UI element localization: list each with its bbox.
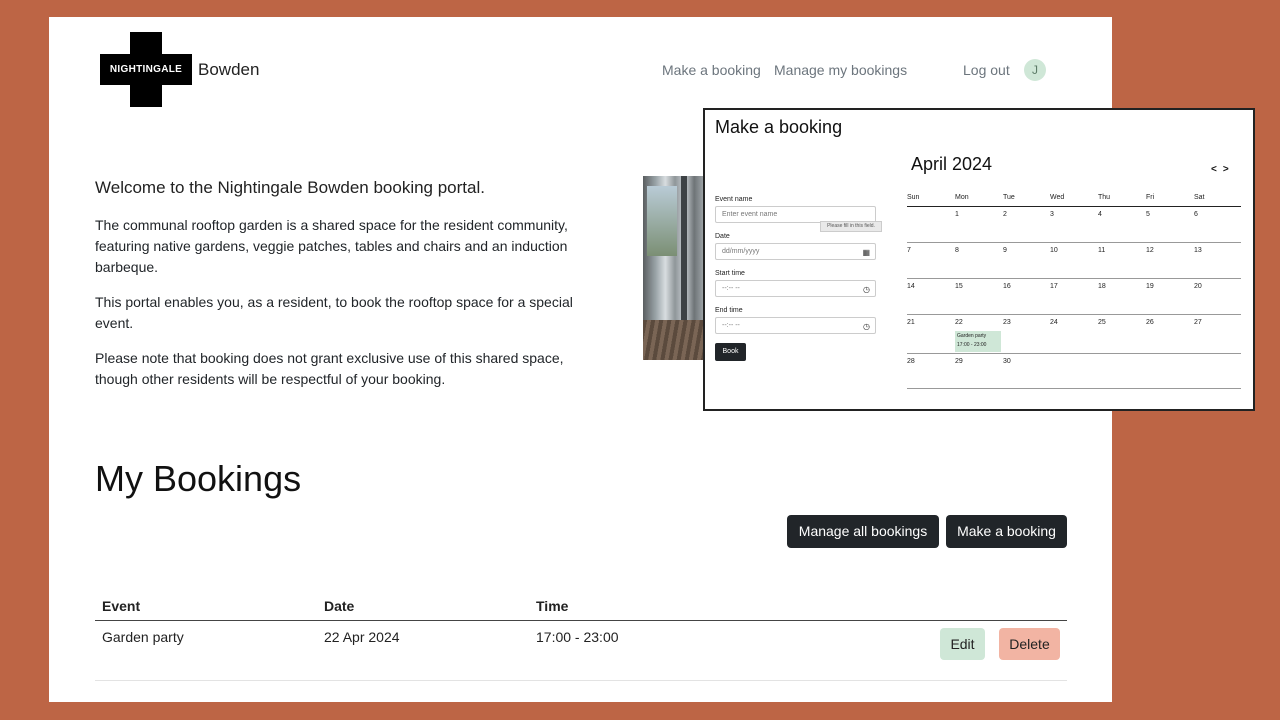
calendar-event-name: Garden party	[957, 333, 987, 339]
calendar-day[interactable]: 9	[1003, 247, 1007, 254]
column-header-date: Date	[324, 598, 355, 614]
intro-paragraph: Please note that booking does not grant …	[95, 350, 564, 387]
delete-booking-button[interactable]: Delete	[999, 628, 1060, 660]
calendar-week-divider	[907, 278, 1241, 279]
calendar-day[interactable]: 1	[955, 211, 959, 218]
calendar-day[interactable]: 10	[1050, 247, 1058, 254]
calendar-day[interactable]: 20	[1194, 283, 1202, 290]
calendar-week-divider	[907, 388, 1241, 389]
nav-manage-bookings[interactable]: Manage my bookings	[774, 62, 907, 78]
booking-time-cell: 17:00 - 23:00	[536, 629, 619, 645]
table-row-divider	[95, 680, 1067, 681]
nightingale-logo[interactable]: NIGHTINGALE	[100, 32, 192, 107]
calendar-header-divider	[907, 206, 1241, 207]
calendar-day[interactable]: 2	[1003, 211, 1007, 218]
weekday-label: Sun	[907, 194, 920, 201]
clock-icon[interactable]: ◷	[863, 319, 870, 334]
avatar[interactable]: J	[1024, 59, 1046, 81]
calendar-day[interactable]: 7	[907, 247, 911, 254]
calendar-day[interactable]: 12	[1146, 247, 1154, 254]
date-input[interactable]: dd/mm/yyyy ▦	[715, 243, 876, 260]
start-time-placeholder: --:-- --	[722, 285, 740, 292]
nav-make-booking[interactable]: Make a booking	[662, 62, 761, 78]
calendar-day[interactable]: 28	[907, 358, 915, 365]
column-header-event: Event	[102, 598, 141, 614]
calendar-day[interactable]: 14	[907, 283, 915, 290]
calendar-day[interactable]: 29	[955, 358, 963, 365]
next-month-button[interactable]: >	[1223, 164, 1235, 175]
calendar-day[interactable]: 8	[955, 247, 959, 254]
calendar-day[interactable]: 30	[1003, 358, 1011, 365]
date-label: Date	[715, 233, 730, 240]
calendar-day[interactable]: 4	[1098, 211, 1102, 218]
calendar-day[interactable]: 26	[1146, 319, 1154, 326]
table-header-divider	[95, 620, 1067, 621]
calendar-day[interactable]: 21	[907, 319, 915, 326]
calendar-day[interactable]: 3	[1050, 211, 1054, 218]
booking-event-cell: Garden party	[102, 629, 184, 645]
logo-text: NIGHTINGALE	[109, 64, 183, 75]
weekday-label: Thu	[1098, 194, 1111, 201]
calendar-week-divider	[907, 242, 1241, 243]
nav-log-out[interactable]: Log out	[963, 62, 1010, 78]
make-booking-button[interactable]: Make a booking	[946, 515, 1067, 548]
clock-icon[interactable]: ◷	[863, 282, 870, 297]
calendar-day[interactable]: 16	[1003, 283, 1011, 290]
booking-date-cell: 22 Apr 2024	[324, 629, 400, 645]
weekday-label: Sat	[1194, 194, 1205, 201]
booking-form-title: Make a booking	[715, 117, 843, 137]
end-time-input[interactable]: --:-- -- ◷	[715, 317, 876, 334]
calendar-day[interactable]: 13	[1194, 247, 1202, 254]
brand-name[interactable]: Bowden	[198, 60, 259, 80]
calendar-day[interactable]: 27	[1194, 319, 1202, 326]
manage-all-bookings-button[interactable]: Manage all bookings	[787, 515, 939, 548]
end-time-label: End time	[715, 307, 743, 314]
calendar-day[interactable]: 5	[1146, 211, 1150, 218]
date-placeholder: dd/mm/yyyy	[722, 248, 760, 255]
calendar-event-time: 17:00 - 23:00	[957, 342, 987, 348]
weekday-label: Mon	[955, 194, 969, 201]
event-name-label: Event name	[715, 196, 753, 203]
validation-tooltip: Please fill in this field.	[820, 221, 882, 232]
booking-form-card: Make a booking Event name Enter event na…	[703, 108, 1255, 411]
calendar-day[interactable]: 6	[1194, 211, 1198, 218]
calendar-nav: <>	[1211, 164, 1235, 175]
calendar-day[interactable]: 23	[1003, 319, 1011, 326]
calendar-day[interactable]: 22	[955, 319, 963, 326]
welcome-heading: Welcome to the Nightingale Bowden bookin…	[95, 178, 485, 197]
column-header-time: Time	[536, 598, 569, 614]
weekday-label: Fri	[1146, 194, 1155, 201]
my-bookings-heading: My Bookings	[95, 458, 302, 499]
prev-month-button[interactable]: <	[1211, 164, 1223, 175]
calendar-day[interactable]: 19	[1146, 283, 1154, 290]
calendar-month: April 2024	[911, 154, 993, 174]
calendar-icon[interactable]: ▦	[862, 245, 870, 260]
calendar-day[interactable]: 24	[1050, 319, 1058, 326]
weekday-label: Wed	[1050, 194, 1065, 201]
calendar-event[interactable]: Garden party 17:00 - 23:00	[955, 331, 1001, 352]
calendar-week-divider	[907, 314, 1241, 315]
start-time-input[interactable]: --:-- -- ◷	[715, 280, 876, 297]
calendar-day[interactable]: 18	[1098, 283, 1106, 290]
weekday-label: Tue	[1003, 194, 1015, 201]
calendar-day[interactable]: 11	[1098, 247, 1105, 254]
calendar-week-divider	[907, 353, 1241, 354]
rooftop-photo	[643, 176, 707, 360]
end-time-placeholder: --:-- --	[722, 322, 740, 329]
calendar-day[interactable]: 15	[955, 283, 963, 290]
book-button[interactable]: Book	[715, 343, 746, 361]
start-time-label: Start time	[715, 270, 745, 277]
calendar-day[interactable]: 17	[1050, 283, 1058, 290]
intro-paragraph: The communal rooftop garden is a shared …	[95, 217, 568, 275]
intro-paragraph: This portal enables you, as a resident, …	[95, 294, 573, 331]
calendar-day[interactable]: 25	[1098, 319, 1106, 326]
edit-booking-button[interactable]: Edit	[940, 628, 985, 660]
